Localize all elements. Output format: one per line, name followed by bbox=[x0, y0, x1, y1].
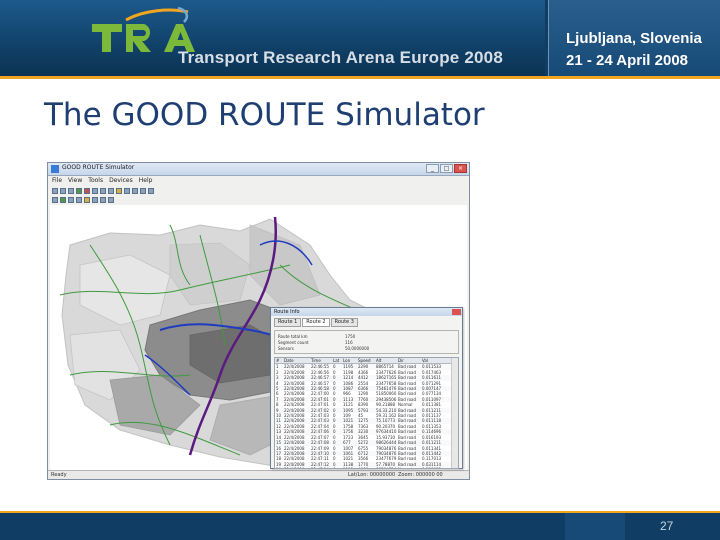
toolbar-row-1 bbox=[48, 186, 469, 195]
menu-tools[interactable]: Tools bbox=[88, 176, 103, 186]
status-zoom: Zoom: 000000 00 bbox=[398, 472, 443, 478]
summary-key: Route total km bbox=[278, 334, 308, 339]
table-scrollbar[interactable] bbox=[451, 358, 458, 468]
table-cell: 22/4/2008 bbox=[284, 467, 311, 468]
sensor-icon[interactable] bbox=[84, 196, 90, 203]
close-icon[interactable]: × bbox=[454, 164, 467, 173]
column-header[interactable]: Dir bbox=[398, 358, 422, 363]
event-dates: 21 - 24 April 2008 bbox=[566, 52, 689, 69]
footer-segment bbox=[565, 513, 625, 540]
status-coordinates: Lat/Lon: 00000000 bbox=[348, 472, 396, 478]
menu-bar: File View Tools Devices Help bbox=[48, 176, 469, 186]
tab-route-2[interactable]: Route 2 bbox=[302, 318, 330, 327]
column-header[interactable]: Date bbox=[284, 358, 311, 363]
pan-icon[interactable] bbox=[108, 187, 114, 194]
header-banner: Transport Research Arena Europe 2008 Lju… bbox=[0, 0, 720, 76]
node-icon[interactable] bbox=[68, 196, 74, 203]
chart-icon[interactable] bbox=[108, 196, 114, 203]
info-icon[interactable] bbox=[124, 187, 130, 194]
summary-key: Segment count bbox=[278, 340, 309, 345]
toolbar-row-2 bbox=[48, 195, 469, 204]
page-number: 27 bbox=[660, 519, 674, 533]
window-title: GOOD ROUTE Simulator bbox=[62, 164, 135, 171]
play-icon[interactable] bbox=[76, 187, 82, 194]
segment-icon[interactable] bbox=[76, 196, 82, 203]
table-cell: 0 bbox=[333, 467, 343, 468]
column-header[interactable]: Lon bbox=[343, 358, 358, 363]
table-cell: 4666 bbox=[358, 467, 376, 468]
dialog-titlebar[interactable]: Route Info bbox=[271, 308, 462, 316]
summary-value: 116 bbox=[345, 340, 353, 345]
menu-file[interactable]: File bbox=[52, 176, 62, 186]
window-titlebar[interactable]: GOOD ROUTE Simulator _ □ × bbox=[48, 163, 469, 176]
menu-help[interactable]: Help bbox=[139, 176, 153, 186]
banner-subtitle: Transport Research Arena Europe 2008 bbox=[178, 48, 503, 67]
banner-accent-line bbox=[0, 76, 720, 79]
route-icon[interactable] bbox=[60, 196, 66, 203]
summary-value: 1750 bbox=[345, 334, 356, 339]
table-cell: 1113 bbox=[343, 467, 358, 468]
column-header[interactable]: Time bbox=[311, 358, 333, 363]
help-icon[interactable] bbox=[148, 187, 154, 194]
tab-route-3[interactable]: Route 3 bbox=[330, 318, 358, 327]
table-row[interactable]: 2022/4/200822:47:1401113466686504714Norm… bbox=[275, 467, 458, 468]
dialog-tabs: Route 1 Route 2 Route 3 bbox=[274, 318, 462, 327]
summary-key: Sensors bbox=[278, 346, 294, 351]
column-header[interactable]: # bbox=[275, 358, 284, 363]
table-cell: Normal bbox=[398, 467, 422, 468]
slide-title: The GOOD ROUTE Simulator bbox=[44, 97, 485, 133]
app-icon bbox=[51, 165, 59, 173]
table-cell: 86504714 bbox=[376, 467, 398, 468]
table-body: 1 22/4/2008 22:46:55 0 1195 2290 8865714 Bad ro… bbox=[275, 364, 458, 468]
table-cell: 0.186693 bbox=[422, 467, 442, 468]
print-icon[interactable] bbox=[68, 187, 74, 194]
measure-icon[interactable] bbox=[140, 187, 146, 194]
segment-table: # Date Time Lat Lon Speed Alt Dir Val 12… bbox=[274, 357, 459, 469]
column-header[interactable]: Speed bbox=[358, 358, 376, 363]
column-header[interactable]: Val bbox=[422, 358, 442, 363]
dialog-close-icon[interactable] bbox=[452, 309, 461, 315]
minimize-icon[interactable]: _ bbox=[426, 164, 439, 173]
stop-icon[interactable] bbox=[84, 187, 90, 194]
layers-icon[interactable] bbox=[132, 187, 138, 194]
refresh-icon[interactable] bbox=[92, 196, 98, 203]
summary-value: 50,0000000 bbox=[345, 346, 370, 351]
status-ready: Ready bbox=[51, 472, 67, 478]
column-header[interactable]: Lat bbox=[333, 358, 343, 363]
select-icon[interactable] bbox=[116, 187, 122, 194]
event-city: Ljubljana, Slovenia bbox=[566, 30, 702, 47]
menu-view[interactable]: View bbox=[68, 176, 82, 186]
menu-devices[interactable]: Devices bbox=[109, 176, 133, 186]
zoom-out-icon[interactable] bbox=[100, 187, 106, 194]
status-bar: Ready Lat/Lon: 00000000 Zoom: 000000 00 bbox=[48, 470, 469, 479]
open-icon[interactable] bbox=[52, 187, 58, 194]
save-icon[interactable] bbox=[60, 187, 66, 194]
arrow-icon[interactable] bbox=[52, 196, 58, 203]
table-cell: 20 bbox=[275, 467, 284, 468]
column-header[interactable]: Alt bbox=[376, 358, 398, 363]
table-cell: 22:47:14 bbox=[311, 467, 333, 468]
route-info-dialog: Route Info Route 1 Route 2 Route 3 Route… bbox=[270, 307, 463, 469]
tab-route-1[interactable]: Route 1 bbox=[274, 318, 302, 327]
dialog-title: Route Info bbox=[274, 309, 300, 315]
settings-icon[interactable] bbox=[100, 196, 106, 203]
route-summary: Route total km 1750 Segment count 116 Se… bbox=[274, 330, 459, 354]
zoom-in-icon[interactable] bbox=[92, 187, 98, 194]
maximize-icon[interactable]: □ bbox=[440, 164, 453, 173]
